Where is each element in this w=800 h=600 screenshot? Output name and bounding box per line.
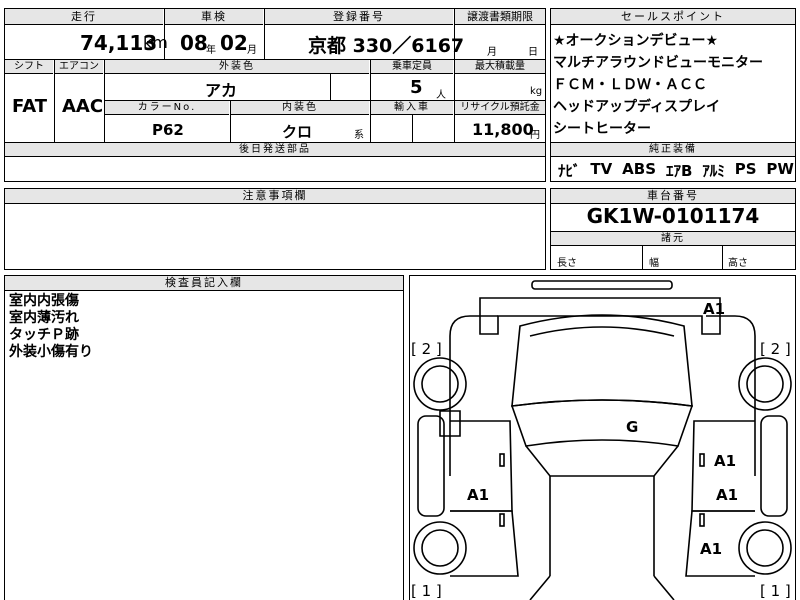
- car-diagram: [413, 280, 792, 600]
- equipment-item: PS: [734, 160, 757, 178]
- sales-point-list: ★オークションデビュー★ マルチアラウンドビューモニター ＦＣＭ・ＬＤＷ・ＡＣＣ…: [553, 30, 763, 140]
- capacity-unit: 人: [436, 90, 446, 101]
- sales-points-title: セールスポイント: [551, 9, 795, 25]
- equipment-item: ｱﾙﾐ: [702, 162, 725, 180]
- interior-color-value: クロ: [282, 123, 313, 141]
- capacity-value: 5: [410, 77, 423, 98]
- aircon-value: AAC: [62, 96, 104, 117]
- recycle-unit: 円: [530, 130, 540, 141]
- inspection-month-unit: 月: [247, 45, 257, 56]
- recycle-label: リサイクル預託金: [455, 101, 545, 115]
- damage-mark: [ 2 ]: [411, 340, 442, 358]
- equipment-item: PW: [766, 160, 794, 178]
- chassis-number: GK1W-0101174: [586, 204, 760, 228]
- aircon-label: エアコン: [55, 60, 103, 74]
- inspection-header: 車検: [165, 9, 263, 25]
- mileage-header: 走行: [5, 9, 163, 25]
- deadline-month-unit: 月: [487, 47, 497, 58]
- chassis-title: 車台番号: [551, 189, 795, 204]
- later-parts-label: 後日発送部品: [5, 143, 545, 157]
- damage-mark: A1: [703, 300, 726, 318]
- color-no-label: カラーNo.: [105, 101, 229, 115]
- sales-point-item: ヘッドアップディスプレイ: [553, 99, 721, 115]
- damage-mark: G: [626, 418, 639, 436]
- deadline-day-unit: 日: [528, 47, 538, 58]
- recycle-value: 11,800: [472, 120, 534, 139]
- inspector-notes: 室内内張傷 室内薄汚れ タッチＰ跡 外装小傷有り: [9, 293, 93, 361]
- transfer-deadline-header: 譲渡書類期限: [455, 9, 545, 25]
- exterior-color-label: 外装色: [105, 60, 369, 74]
- dim-width-label: 幅: [649, 258, 659, 269]
- damage-mark: A1: [700, 540, 723, 558]
- dims-title: 諸元: [551, 232, 795, 246]
- interior-color-unit: 系: [354, 130, 364, 141]
- equipment-title: 純正装備: [551, 143, 795, 157]
- sales-point-item: ＦＣＭ・ＬＤＷ・ＡＣＣ: [553, 77, 707, 93]
- damage-mark: A1: [714, 452, 737, 470]
- dim-length-label: 長さ: [557, 258, 577, 269]
- damage-mark: [ 1 ]: [411, 582, 442, 600]
- damage-mark: A1: [467, 486, 490, 504]
- damage-mark: [ 1 ]: [760, 582, 791, 600]
- shift-value: FAT: [12, 96, 48, 117]
- inspection-year-unit: 年: [206, 45, 216, 56]
- inspector-line: 外装小傷有り: [9, 344, 93, 360]
- import-label: 輸入車: [371, 101, 453, 115]
- color-no-value: P62: [152, 121, 184, 139]
- notes-title: 注意事項欄: [5, 189, 545, 204]
- equipment-list: ﾅﾋﾞ TV ABS ｴｱB ｱﾙﾐ PS PW: [558, 160, 794, 181]
- equipment-item: ｴｱB: [665, 162, 693, 180]
- interior-color-label: 内装色: [231, 101, 369, 115]
- max-load-label: 最大積載量: [455, 60, 545, 74]
- inspector-line: タッチＰ跡: [9, 327, 79, 343]
- dim-height-label: 高さ: [728, 258, 748, 269]
- sales-point-item: シートヒーター: [553, 121, 651, 137]
- license-plate: 京都 330／6167: [308, 35, 465, 57]
- inspector-title: 検査員記入欄: [5, 276, 403, 291]
- sales-point-item: ★オークションデビュー★: [553, 33, 719, 49]
- sales-point-item: マルチアラウンドビューモニター: [553, 55, 763, 71]
- shift-label: シフト: [5, 60, 53, 74]
- inspector-line: 室内薄汚れ: [9, 310, 79, 326]
- damage-mark: A1: [716, 486, 739, 504]
- inspector-line: 室内内張傷: [9, 293, 79, 309]
- registration-header: 登録番号: [265, 9, 453, 25]
- inspection-year: 08: [180, 31, 208, 55]
- inspection-month: 02: [220, 31, 248, 55]
- equipment-item: ﾅﾋﾞ: [558, 162, 581, 180]
- capacity-label: 乗車定員: [371, 60, 453, 74]
- exterior-color-value: アカ: [205, 81, 238, 100]
- mileage-unit: km: [143, 33, 168, 52]
- equipment-item: TV: [590, 160, 613, 178]
- damage-mark: [ 2 ]: [760, 340, 791, 358]
- equipment-item: ABS: [622, 160, 657, 178]
- load-unit: kg: [530, 86, 543, 97]
